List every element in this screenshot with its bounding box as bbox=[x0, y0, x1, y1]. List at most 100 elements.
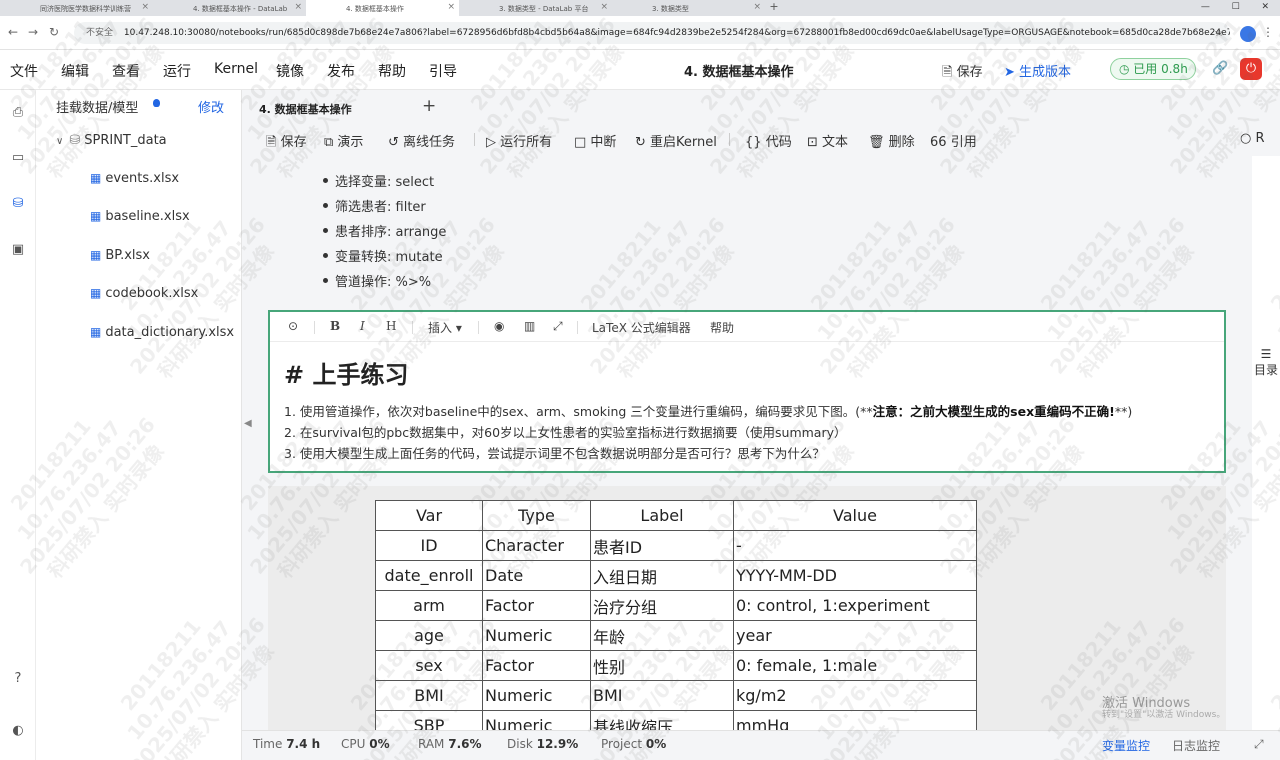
markdown-heading: # 上手练习 bbox=[284, 361, 409, 389]
table-row: date_enroll Date 入组日期 YYYY-MM-DD bbox=[375, 560, 977, 591]
stop-icon: □ bbox=[574, 135, 591, 150]
folder-sprint-data[interactable]: ∨ ⛁ SPRINT_data bbox=[56, 133, 167, 148]
minimize-icon[interactable]: — bbox=[1201, 0, 1210, 16]
col-header-label: Label bbox=[590, 500, 734, 531]
theme-toggle-icon[interactable]: ◐ bbox=[9, 722, 27, 740]
restart-kernel-button[interactable]: ↻ 重启Kernel bbox=[635, 131, 717, 150]
add-notebook-tab-button[interactable]: + bbox=[422, 96, 436, 116]
run-cell-icon[interactable]: ⊙ bbox=[288, 319, 298, 333]
variable-monitor-link[interactable]: 变量监控 bbox=[1102, 737, 1150, 754]
offline-task-button[interactable]: ↺ 离线任务 bbox=[388, 131, 455, 150]
generate-version-button[interactable]: ➤ 生成版本 bbox=[1004, 61, 1071, 80]
run-all-button[interactable]: ▷ 运行所有 bbox=[486, 131, 552, 150]
stat-label: Time bbox=[253, 737, 283, 751]
cell-label: 性别 bbox=[590, 650, 734, 681]
power-button[interactable]: ⏻ bbox=[1240, 58, 1262, 80]
forward-icon[interactable]: → bbox=[28, 25, 38, 39]
send-icon: ➤ bbox=[1004, 65, 1020, 80]
list-item: 筛选患者: filter bbox=[323, 196, 426, 215]
add-text-button[interactable]: ⊡ 文本 bbox=[807, 131, 848, 150]
insert-dropdown[interactable]: 插入 ▾ bbox=[428, 319, 462, 336]
present-button[interactable]: ⧉ 演示 bbox=[324, 131, 363, 150]
cell-value: year bbox=[733, 620, 977, 651]
back-icon[interactable]: ← bbox=[8, 25, 18, 39]
stat-value: 0% bbox=[645, 737, 667, 751]
package-icon[interactable]: ▣ bbox=[9, 241, 27, 259]
browser-tab-4[interactable]: 3. 数据类型 × bbox=[612, 0, 765, 16]
header-save-button[interactable]: 🗎 保存 bbox=[942, 61, 983, 85]
table-row: age Numeric 年龄 year bbox=[375, 620, 977, 651]
file-item[interactable]: ▦ BP.xlsx bbox=[90, 248, 150, 263]
cell-value: mmHg bbox=[733, 710, 977, 730]
status-bar: Time 7.4 h CPU 0% RAM 7.6% Disk 12.9% Pr… bbox=[242, 730, 1280, 760]
star-icon[interactable]: ☆ bbox=[1214, 22, 1224, 44]
heading-icon[interactable]: H bbox=[386, 319, 396, 333]
preview-eye-icon[interactable]: ◉ bbox=[494, 319, 504, 333]
file-name: codebook.xlsx bbox=[105, 286, 199, 301]
file-item[interactable]: ▦ codebook.xlsx bbox=[90, 286, 198, 301]
url-field[interactable]: 不安全 10.47.248.10:30080/notebooks/run/685… bbox=[74, 22, 1230, 44]
close-icon[interactable]: × bbox=[141, 2, 149, 12]
browser-tab-title: 3. 数据类型 - DataLab 平台 bbox=[499, 5, 589, 13]
italic-icon[interactable]: I bbox=[360, 319, 365, 333]
bold-icon[interactable]: B bbox=[330, 319, 340, 333]
menu-guide[interactable]: 引导 bbox=[429, 61, 457, 81]
toolbar-save-button[interactable]: 🗎 保存 bbox=[266, 131, 307, 155]
cell-type: Factor bbox=[482, 590, 591, 621]
close-icon[interactable]: × bbox=[294, 2, 302, 12]
file-item[interactable]: ▦ data_dictionary.xlsx bbox=[90, 325, 234, 340]
kebab-menu-icon[interactable]: ⋮ bbox=[1262, 25, 1274, 39]
maximize-icon[interactable]: ☐ bbox=[1232, 0, 1240, 16]
sidebar-edit-link[interactable]: 修改 bbox=[198, 97, 224, 116]
profile-avatar[interactable] bbox=[1240, 26, 1256, 42]
help-icon[interactable]: ? bbox=[9, 670, 27, 688]
browser-tab-1[interactable]: 4. 数据框基本操作 - DataLab × bbox=[153, 0, 306, 16]
expand-icon[interactable]: ⤢ bbox=[1254, 737, 1264, 752]
database-icon[interactable]: ⛁ bbox=[9, 195, 27, 213]
quote-icon: 66 bbox=[930, 135, 951, 150]
browser-tab-0[interactable]: 同济医院医学数据科学训练营 × bbox=[0, 0, 153, 16]
browser-tab-3[interactable]: 3. 数据类型 - DataLab 平台 × bbox=[459, 0, 612, 16]
collapse-sidebar-icon[interactable]: ◀ bbox=[244, 418, 252, 429]
interrupt-button[interactable]: □ 中断 bbox=[574, 131, 616, 150]
md-help-button[interactable]: 帮助 bbox=[710, 319, 734, 336]
notebook-tab-active[interactable]: 4. 数据框基本操作 bbox=[250, 90, 410, 122]
menu-view[interactable]: 查看 bbox=[112, 61, 140, 81]
menu-publish[interactable]: 发布 bbox=[327, 61, 355, 81]
quote-button[interactable]: 66 引用 bbox=[930, 131, 977, 150]
col-header-value: Value bbox=[733, 500, 977, 531]
latex-editor-button[interactable]: LaTeX 公式编辑器 bbox=[592, 319, 691, 336]
new-tab-button[interactable]: + bbox=[765, 0, 783, 16]
link-icon[interactable]: 🔗 bbox=[1212, 61, 1228, 76]
folder-icon[interactable]: ▭ bbox=[9, 149, 27, 167]
menu-file[interactable]: 文件 bbox=[10, 61, 38, 81]
restart-label: 重启Kernel bbox=[650, 135, 717, 150]
restart-icon: ↻ bbox=[635, 135, 651, 150]
close-window-icon[interactable]: ✕ bbox=[1262, 0, 1270, 16]
fullscreen-icon[interactable]: ⤢ bbox=[553, 319, 563, 334]
delete-button[interactable]: 🗑 删除 bbox=[868, 131, 915, 150]
file-item[interactable]: ▦ events.xlsx bbox=[90, 171, 179, 186]
menu-edit[interactable]: 编辑 bbox=[61, 61, 89, 81]
close-icon[interactable]: × bbox=[600, 2, 608, 12]
file-item[interactable]: ▦ baseline.xlsx bbox=[90, 209, 190, 224]
menu-help[interactable]: 帮助 bbox=[378, 61, 406, 81]
browser-tab-2[interactable]: 4. 数据框基本操作 × bbox=[306, 0, 459, 16]
toc-button[interactable]: ☰ 目录 bbox=[1252, 346, 1280, 378]
interrupt-label: 中断 bbox=[590, 135, 617, 150]
menu-run[interactable]: 运行 bbox=[163, 61, 191, 81]
text-label: 文本 bbox=[822, 135, 849, 150]
markdown-cell-editing[interactable]: ⊙ B I H 插入 ▾ ◉ ▥ ⤢ LaTeX 公式编辑器 帮助 # 上手练习… bbox=[268, 310, 1226, 473]
header-save-label: 保存 bbox=[956, 65, 983, 80]
log-monitor-link[interactable]: 日志监控 bbox=[1172, 737, 1220, 754]
cell-value: YYYY-MM-DD bbox=[733, 560, 977, 591]
menu-image[interactable]: 镜像 bbox=[276, 61, 304, 81]
menu-kernel[interactable]: Kernel bbox=[214, 61, 258, 77]
reload-icon[interactable]: ↻ bbox=[49, 25, 59, 39]
add-code-button[interactable]: {} 代码 bbox=[745, 131, 792, 150]
close-icon[interactable]: × bbox=[753, 2, 761, 12]
list-item: 变量转换: mutate bbox=[323, 246, 443, 265]
split-view-icon[interactable]: ▥ bbox=[524, 319, 535, 333]
inbox-icon[interactable]: ⎙ bbox=[9, 104, 27, 122]
close-icon[interactable]: × bbox=[447, 2, 455, 12]
